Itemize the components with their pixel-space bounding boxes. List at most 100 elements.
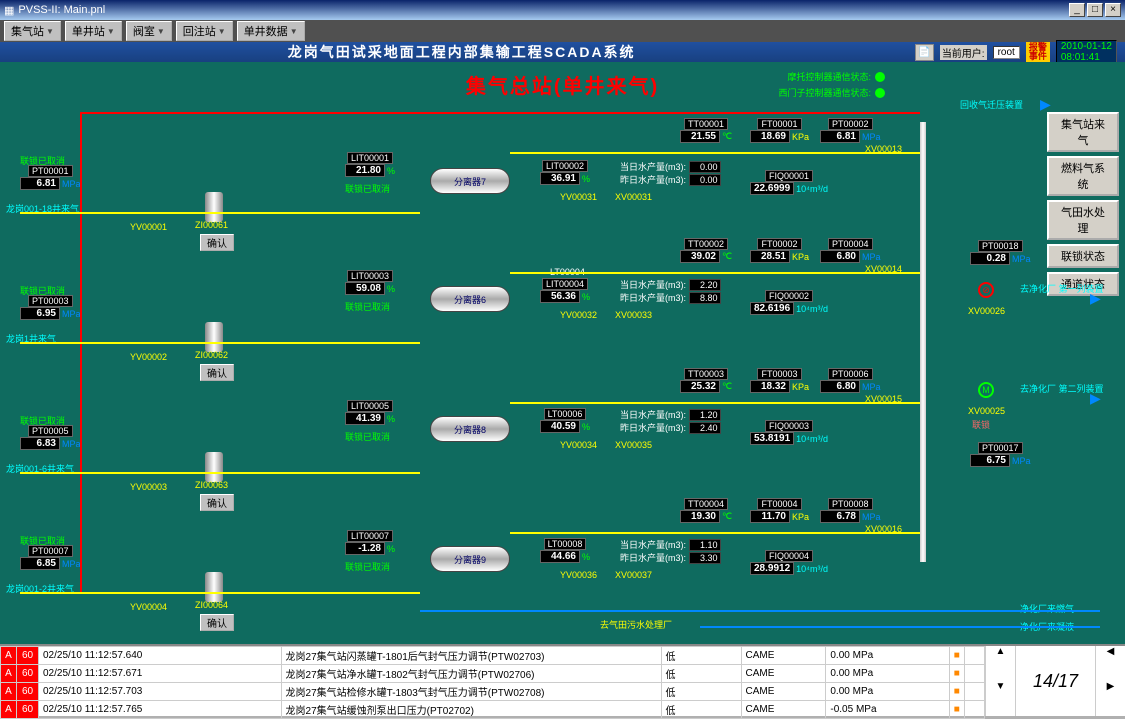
xv26: XV00026 — [968, 306, 1005, 316]
ft2: FT0000228.51KPa — [750, 238, 809, 263]
yv4: YV00004 — [130, 602, 167, 612]
user-field: root — [993, 46, 1020, 59]
page-next[interactable]: ▶ — [1096, 681, 1125, 716]
fiq2: FIQ0000282.619610⁴m³/d — [750, 290, 828, 315]
lit8: LT0000844.66% — [540, 538, 590, 563]
fiq4: FIQ0000428.991210⁴m³/d — [750, 550, 828, 575]
pipe — [510, 532, 920, 534]
tank1 — [205, 192, 223, 222]
alarm-button[interactable]: 报警 事件 — [1026, 42, 1050, 62]
lock-lit7: 联锁已取消 — [345, 560, 390, 573]
lit2: LIT0000236.91% — [540, 160, 590, 185]
menu-data[interactable]: 单井数据 — [237, 21, 305, 41]
pipe — [20, 472, 420, 474]
arrow-out3: ▶ — [1090, 390, 1101, 407]
sep7: 分离器7 — [430, 168, 510, 194]
arrow-out1: ▶ — [1040, 96, 1051, 113]
yv31: YV00031 — [560, 192, 597, 202]
xv33: XV00033 — [615, 310, 652, 320]
zi62: ZI00062 — [195, 350, 228, 360]
pt00005: PT000056.83MPa — [20, 425, 81, 450]
pipe — [20, 342, 420, 344]
pipe — [420, 610, 1100, 612]
day3: 当日水产量(m3): 1.20昨日水产量(m3): 2.40 — [620, 408, 721, 434]
day1: 当日水产量(m3): 0.00昨日水产量(m3): 0.00 — [620, 160, 721, 186]
confirm1[interactable]: 确认 — [200, 234, 234, 251]
status-moto: 摩托控制器通信状态: — [787, 70, 885, 83]
header: 龙岗气田试采地面工程内部集输工程SCADA系统 📄 当前用户: root 报警 … — [0, 42, 1125, 62]
maximize-button[interactable]: □ — [1087, 3, 1103, 17]
status-siemens: 西门子控制器通信状态: — [778, 86, 885, 99]
scroll-down[interactable]: ▼ — [986, 681, 1015, 716]
tank4 — [205, 572, 223, 602]
yv1: YV00001 — [130, 222, 167, 232]
close-button[interactable]: × — [1105, 3, 1121, 17]
page-subtitle: 集气总站(单井来气) — [466, 70, 659, 99]
scroll-up[interactable]: ▲ — [986, 646, 1015, 681]
lit5: LIT0000541.39% — [345, 400, 395, 425]
lit7: LIT00007-1.28% — [345, 530, 395, 555]
ft4: FT0000411.70KPa — [750, 498, 809, 523]
yv36: YV00036 — [560, 570, 597, 580]
lock-lit1: 联锁已取消 — [345, 182, 390, 195]
confirm3[interactable]: 确认 — [200, 494, 234, 511]
doc-icon[interactable]: 📄 — [915, 44, 933, 61]
yv32: YV00032 — [560, 310, 597, 320]
toolbar: 集气站 单井站 阀室 回注站 单井数据 — [0, 20, 1125, 42]
nav-water[interactable]: 气田水处理 — [1047, 200, 1119, 240]
menu-jiqi[interactable]: 集气站 — [4, 21, 61, 41]
pipe — [80, 112, 82, 592]
window-icon: ▦ — [4, 4, 14, 17]
tank3 — [205, 452, 223, 482]
pt8: PT000086.78MPa — [820, 498, 881, 523]
menu-fashi[interactable]: 阀室 — [126, 21, 172, 41]
day4: 当日水产量(m3): 1.10昨日水产量(m3): 3.30 — [620, 538, 721, 564]
pipe — [510, 152, 920, 154]
fiq3: FIQ0000353.819110⁴m³/d — [750, 420, 828, 445]
lock-xv25: 联锁 — [972, 418, 990, 431]
tank2 — [205, 322, 223, 352]
nav-lock[interactable]: 联锁状态 — [1047, 244, 1119, 268]
manifold — [920, 122, 926, 562]
ft1: FT0000118.69KPa — [750, 118, 809, 143]
menu-danjing[interactable]: 单井站 — [65, 21, 122, 41]
zi64: ZI00064 — [195, 600, 228, 610]
fiq1: FIQ0000122.699910⁴m³/d — [750, 170, 828, 195]
tt1: TT0000121.55℃ — [680, 118, 732, 143]
scada-canvas: 集气总站(单井来气) 摩托控制器通信状态: 西门子控制器通信状态: 集气站来气 … — [0, 62, 1125, 644]
go-icon: M — [978, 382, 994, 398]
pt6: PT000066.80MPa — [820, 368, 881, 393]
menu-huizhu[interactable]: 回注站 — [176, 21, 233, 41]
lit3: LIT0000359.08% — [345, 270, 395, 295]
page-prev[interactable]: ◀ — [1096, 646, 1125, 681]
pt00003: PT000036.95MPa — [20, 295, 81, 320]
system-title: 龙岗气田试采地面工程内部集输工程SCADA系统 — [8, 42, 915, 62]
out1: 回收气迁压装置 — [960, 98, 1023, 111]
confirm2[interactable]: 确认 — [200, 364, 234, 381]
pipe — [700, 626, 1100, 628]
alarm-row[interactable]: A6002/25/10 11:12:57.640龙岗27集气站闪蒸罐T-1801… — [1, 647, 985, 665]
alarm-row[interactable]: A6002/25/10 11:12:57.703龙岗27集气站检修水罐T-180… — [1, 683, 985, 701]
zi63: ZI00063 — [195, 480, 228, 490]
xv37: XV00037 — [615, 570, 652, 580]
sep9: 分离器9 — [430, 546, 510, 572]
pt4: PT000046.80MPa — [820, 238, 881, 263]
yv3: YV00003 — [130, 482, 167, 492]
alarm-row[interactable]: A6002/25/10 11:12:57.671龙岗27集气站净水罐T-1802… — [1, 665, 985, 683]
pipe — [20, 212, 420, 214]
bot2: 净化厂来燃气 — [1020, 602, 1074, 615]
lit6: LT0000640.59% — [540, 408, 590, 433]
nav-jiqilaiqi[interactable]: 集气站来气 — [1047, 112, 1119, 152]
lock-lit3: 联锁已取消 — [345, 300, 390, 313]
yv2: YV00002 — [130, 352, 167, 362]
minimize-button[interactable]: _ — [1069, 3, 1085, 17]
bot1: 去气田污水处理厂 — [600, 618, 672, 631]
lit1: LIT0000121.80% — [345, 152, 395, 177]
nav-ranliao[interactable]: 燃料气系统 — [1047, 156, 1119, 196]
confirm4[interactable]: 确认 — [200, 614, 234, 631]
tt4: TT0000419.30℃ — [680, 498, 732, 523]
stop-icon: ⊘ — [978, 282, 994, 298]
pt00001: PT000016.81MPa — [20, 165, 81, 190]
lit4: LIT0000456.36% — [540, 278, 590, 303]
window-title: PVSS-II: Main.pnl — [18, 4, 105, 16]
